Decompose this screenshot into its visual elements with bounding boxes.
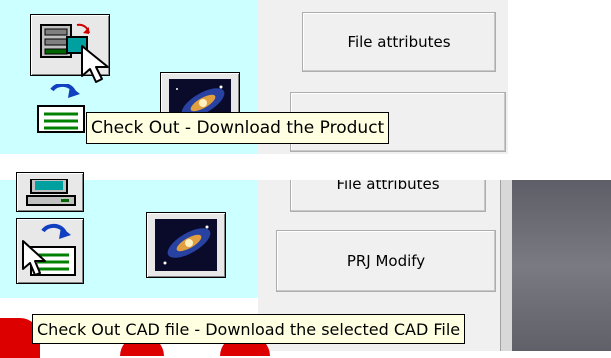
- prj-modify-button[interactable]: PRJ Modify: [276, 230, 496, 292]
- checkout-cad-icon: [34, 84, 90, 136]
- galaxy-image-button-bottom[interactable]: [146, 212, 226, 278]
- computer-icon: [25, 179, 77, 209]
- file-attributes-button-bottom-clip: File attributes: [290, 180, 486, 214]
- checkout-cad-button-top[interactable]: [34, 84, 90, 136]
- checkout-cad-icon: [21, 223, 81, 281]
- computer-button[interactable]: [16, 172, 84, 212]
- dark-background-area: [512, 180, 611, 351]
- checkout-cad-tooltip: Check Out CAD file - Download the select…: [32, 314, 466, 344]
- mouse-cursor-icon: [80, 44, 114, 84]
- checkout-cad-button[interactable]: [16, 218, 84, 284]
- file-attributes-button[interactable]: File attributes: [302, 12, 496, 72]
- checkout-product-tooltip: Check Out - Download the Product: [86, 112, 390, 144]
- file-attributes-button-bottom[interactable]: File attributes: [290, 180, 486, 212]
- galaxy-image-icon: [155, 219, 217, 271]
